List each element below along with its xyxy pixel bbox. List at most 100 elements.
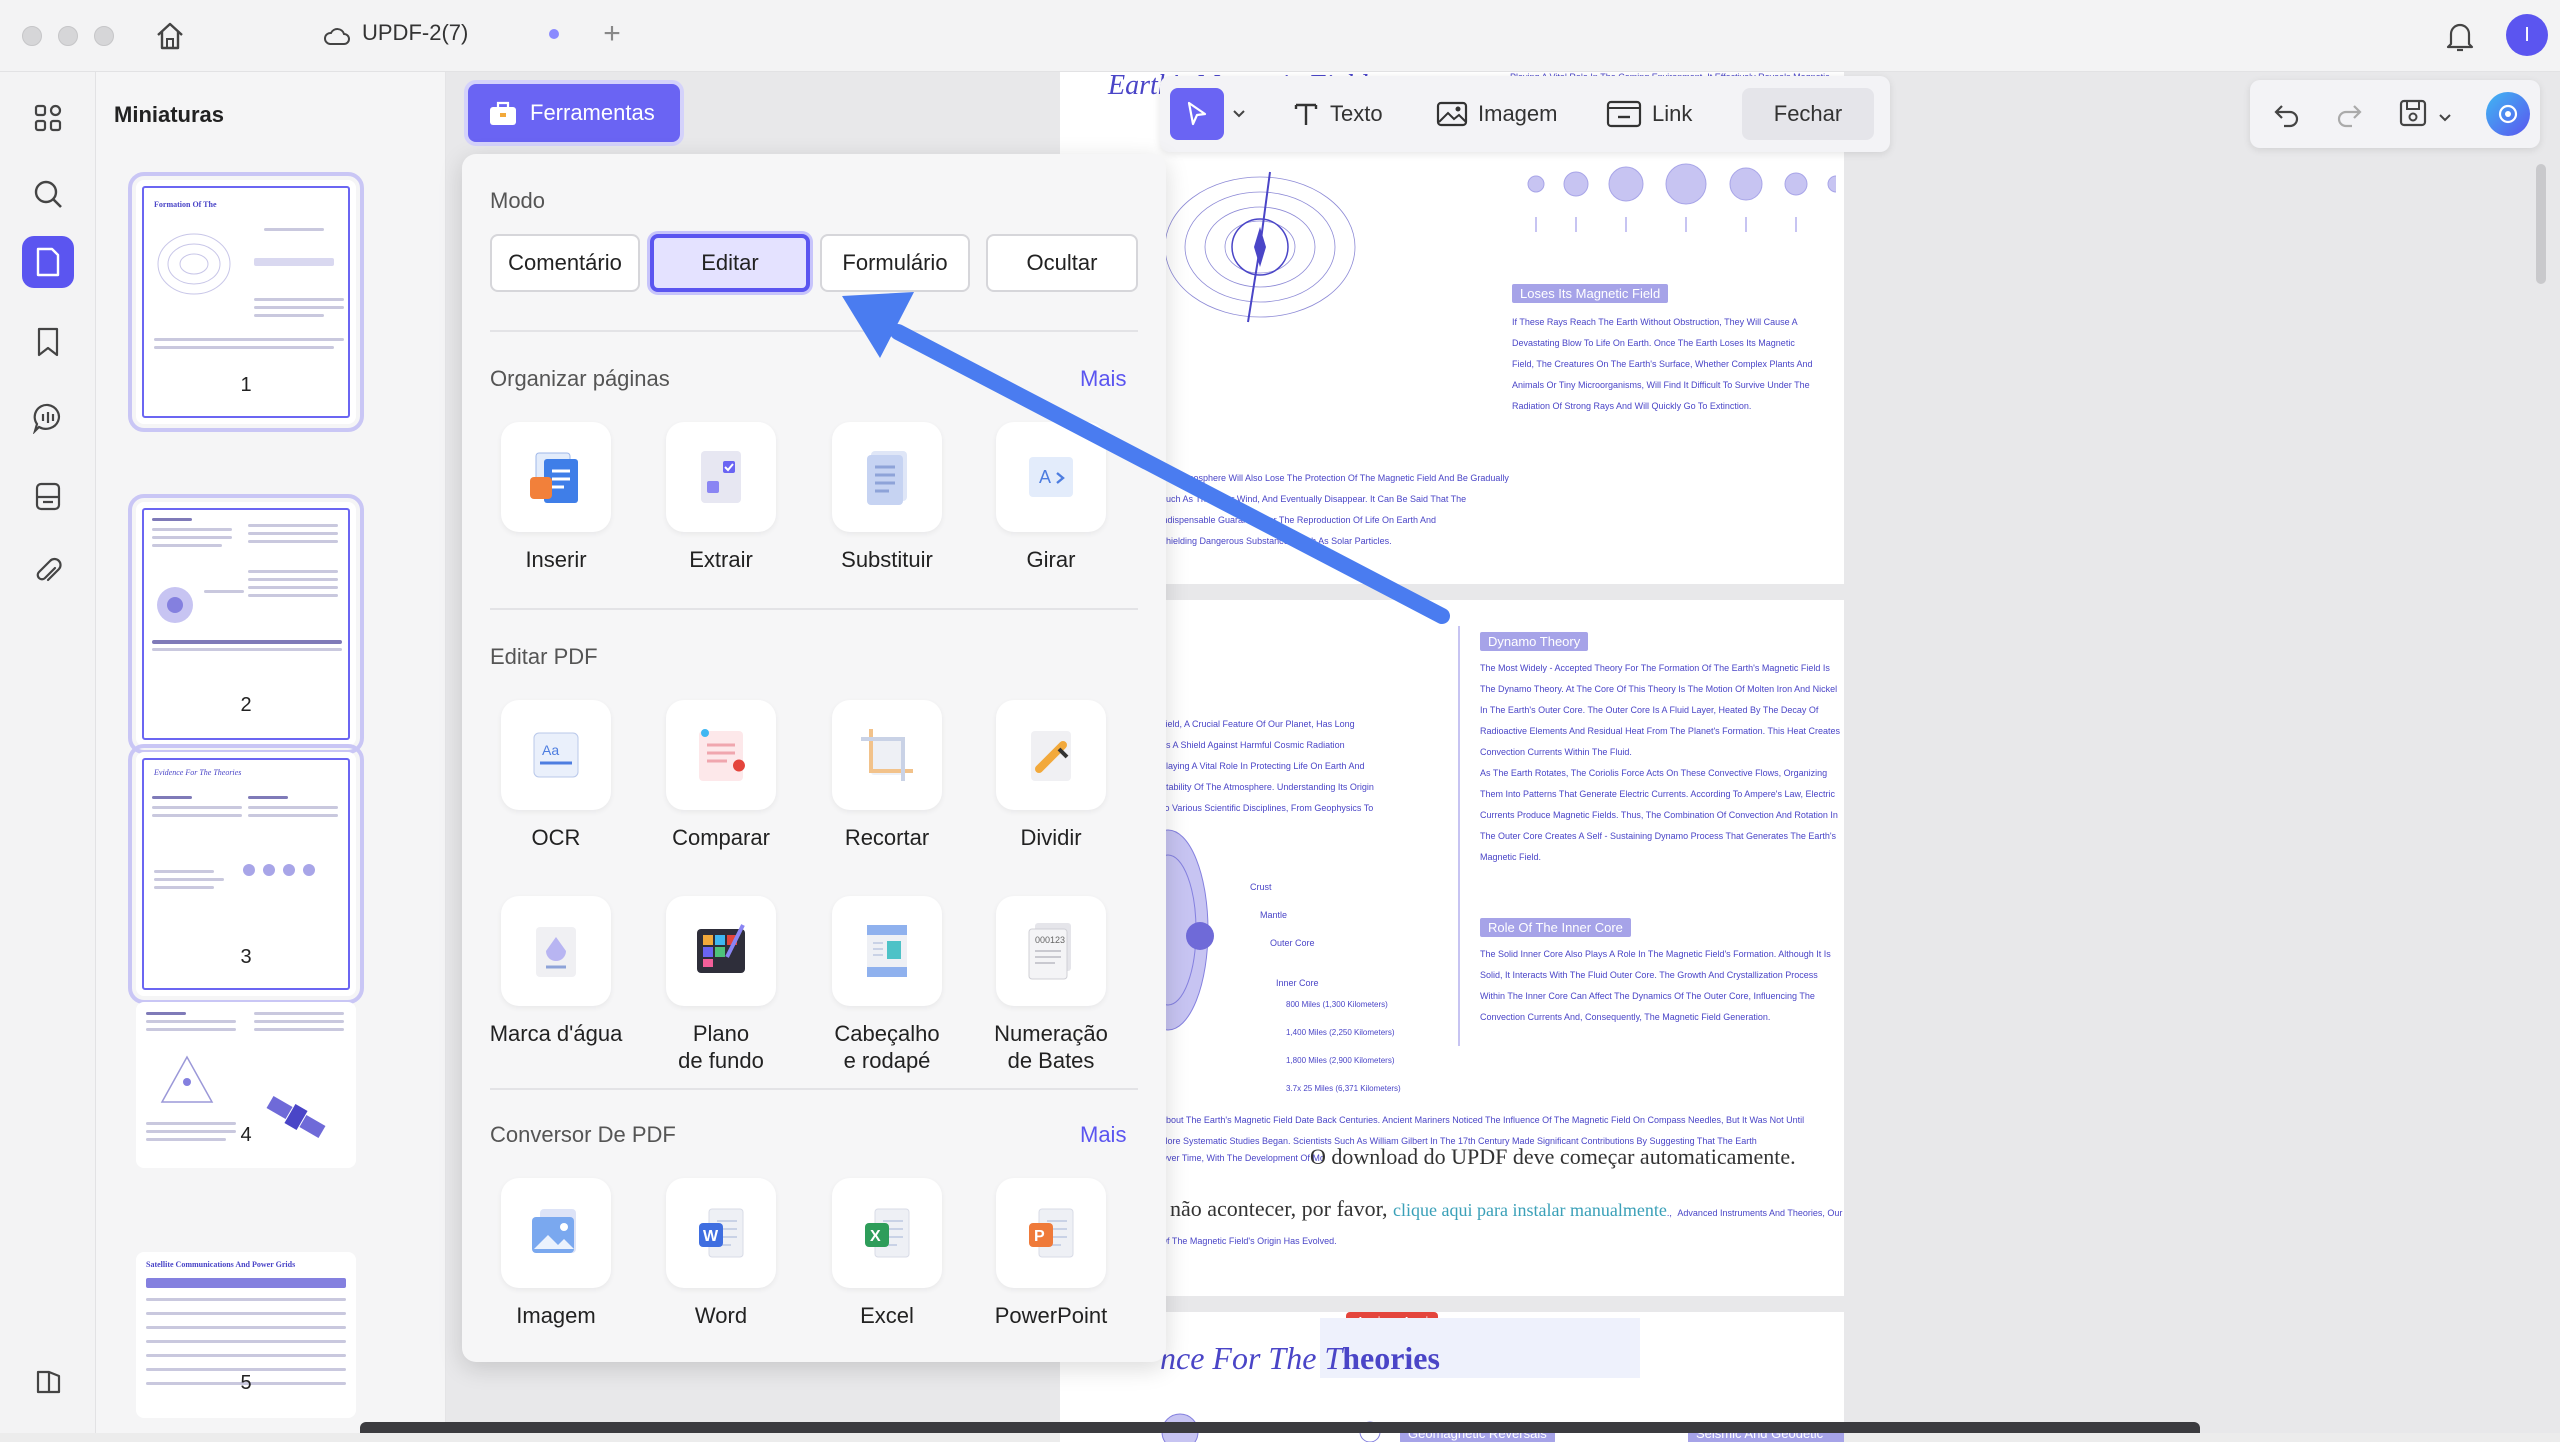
sidebar-toggle-icon[interactable] — [22, 1356, 74, 1408]
document-scrollbar[interactable] — [2536, 164, 2546, 284]
split-tool[interactable]: Dividir — [976, 700, 1126, 851]
paragraph-line: Magnetic Field. — [1480, 852, 1542, 862]
extract-tool[interactable]: Extrair — [646, 422, 796, 573]
window-zoom-button[interactable] — [94, 26, 114, 46]
mode-section-title: Modo — [490, 188, 546, 213]
mode-form-button[interactable]: Formulário — [820, 234, 970, 292]
diagram-label: Crust — [1250, 882, 1272, 892]
user-avatar[interactable]: I — [2506, 14, 2548, 56]
diagram-label: Mantle — [1260, 910, 1288, 920]
bates-numbering-tool[interactable]: 000123 Numeração de Bates — [976, 896, 1126, 1074]
text-tool-button[interactable]: Texto — [1292, 76, 1383, 152]
compare-tool[interactable]: Comparar — [646, 700, 796, 851]
watermark-tool[interactable]: Marca d'água — [481, 896, 631, 1047]
ocr-tool-label: OCR — [531, 825, 581, 850]
insert-tool-label: Inserir — [525, 547, 587, 572]
cloud-icon — [322, 22, 352, 50]
rotate-tool[interactable]: A Girar — [976, 422, 1126, 573]
header-footer-tool-label: Cabeçalho e rodapé — [834, 1021, 940, 1073]
attachment-icon[interactable] — [22, 546, 74, 598]
pdf-page-2[interactable]: Field, A Crucial Feature Of Our Planet, … — [1060, 600, 1844, 1296]
paragraph-line: About The Earth's Magnetic Field Date Ba… — [1160, 1115, 1805, 1125]
edit-pdf-section-title: Editar PDF — [490, 644, 598, 669]
insert-pages-icon — [530, 452, 578, 503]
convert-word-tool[interactable]: W Word — [646, 1178, 796, 1329]
window-minimize-button[interactable] — [58, 26, 78, 46]
tools-button-label: Ferramentas — [530, 100, 655, 125]
comment-icon[interactable] — [22, 392, 74, 444]
paragraph-line: Convection Currents Within The Fluid. — [1480, 747, 1632, 757]
right-toolbar — [2250, 80, 2540, 148]
section-heading: Role Of The Inner Core — [1480, 918, 1631, 937]
thumbnail-number: 1 — [240, 374, 252, 396]
replace-tool[interactable]: Substituir — [812, 422, 962, 573]
select-cursor-button[interactable] — [1170, 88, 1224, 140]
new-tab-plus-icon[interactable]: + — [598, 17, 626, 50]
paragraph-line: Within The Inner Core Can Affect The Dyn… — [1480, 991, 1815, 1001]
title-bar: UPDF-2(7) + I — [0, 0, 2560, 72]
convert-excel-tool[interactable]: X Excel — [812, 1178, 962, 1329]
thumbnails-title: Miniaturas — [114, 102, 225, 127]
link-tool-button[interactable]: Link — [1606, 76, 1692, 152]
image-convert-icon — [532, 1209, 576, 1253]
crop-tool[interactable]: Recortar — [812, 700, 962, 851]
chevron-down-icon[interactable] — [2438, 110, 2452, 128]
mode-redact-button[interactable]: Ocultar — [986, 234, 1138, 292]
edit-toolbar: Texto Imagem Link Fechar — [1160, 76, 1890, 152]
thumbnail-number: 5 — [240, 1372, 252, 1394]
install-manually-link[interactable]: clique aqui para instalar manualmente — [1393, 1200, 1667, 1220]
ai-assistant-icon[interactable] — [2486, 92, 2530, 136]
watermark-tool-label: Marca d'água — [489, 1021, 623, 1046]
bates-numbering-tool-label: Numeração de Bates — [994, 1021, 1108, 1073]
extract-pages-icon — [701, 451, 741, 503]
tools-button[interactable]: Ferramentas — [468, 84, 680, 142]
window-close-button[interactable] — [22, 26, 42, 46]
header-footer-tool[interactable]: Cabeçalho e rodapé — [812, 896, 962, 1074]
undo-icon[interactable] — [2272, 100, 2302, 133]
header-footer-icon — [867, 925, 907, 977]
convert-image-tool[interactable]: Imagem — [481, 1178, 631, 1329]
document-tab-title[interactable]: UPDF-2(7) — [362, 20, 468, 46]
extract-tool-label: Extrair — [689, 547, 753, 572]
redo-icon[interactable] — [2334, 100, 2364, 133]
background-tool[interactable]: Plano de fundo — [646, 896, 796, 1074]
watermark-icon — [536, 927, 576, 977]
paragraph-line: Radioactive Elements And Residual Heat F… — [1480, 726, 1841, 736]
home-icon[interactable] — [150, 18, 190, 54]
convert-more-link[interactable]: Mais — [1080, 1122, 1126, 1148]
rotate-pages-icon: A — [1029, 457, 1073, 497]
diagram-label: 800 Miles (1,300 Kilometers) — [1286, 1000, 1388, 1009]
paragraph-line: Them Into Patterns That Generate Electri… — [1480, 789, 1836, 799]
paragraph-line: The Most Widely - Accepted Theory For Th… — [1480, 663, 1830, 673]
thumbnails-page-icon[interactable] — [22, 236, 74, 288]
paragraph-line: The Atmosphere Will Also Lose The Protec… — [1160, 473, 1509, 483]
left-rail — [0, 72, 96, 1433]
powerpoint-icon: P — [1029, 1208, 1074, 1258]
save-icon[interactable] — [2398, 98, 2428, 133]
image-tool-button[interactable]: Imagem — [1436, 76, 1557, 152]
download-notice: O download do UPDF deve começar automati… — [1310, 1144, 1796, 1169]
excel-icon: X — [865, 1208, 910, 1258]
crop-tool-label: Recortar — [844, 825, 930, 850]
mode-edit-button[interactable]: Editar — [650, 234, 810, 292]
document-stack-icon[interactable] — [22, 470, 74, 522]
close-edit-button[interactable]: Fechar — [1742, 88, 1874, 140]
paragraph-line: If These Rays Reach The Earth Without Ob… — [1512, 317, 1798, 327]
paragraph-line: Field, A Crucial Feature Of Our Planet, … — [1160, 719, 1355, 729]
paragraph-line: As A Shield Against Harmful Cosmic Radia… — [1160, 740, 1345, 750]
image-tool-label: Imagem — [1478, 101, 1558, 126]
thumbnail-number: 4 — [240, 1124, 252, 1146]
insert-tool[interactable]: Inserir — [481, 422, 631, 573]
convert-section-title: Conversor De PDF — [490, 1122, 676, 1147]
paragraph-line: The Outer Core Creates A Self - Sustaini… — [1480, 831, 1837, 841]
search-icon[interactable] — [22, 168, 74, 220]
bookmark-icon[interactable] — [22, 316, 74, 368]
apps-grid-icon[interactable] — [22, 92, 74, 144]
mode-comment-button[interactable]: Comentário — [490, 234, 640, 292]
notification-bell-icon[interactable] — [2442, 16, 2478, 56]
paragraph-line: Indispensable Guarantee For The Reproduc… — [1160, 515, 1437, 525]
convert-powerpoint-tool[interactable]: P PowerPoint — [976, 1178, 1126, 1329]
chevron-down-icon[interactable] — [1232, 106, 1246, 124]
ocr-tool[interactable]: Aa OCR — [481, 700, 631, 851]
organize-more-link[interactable]: Mais — [1080, 366, 1126, 392]
